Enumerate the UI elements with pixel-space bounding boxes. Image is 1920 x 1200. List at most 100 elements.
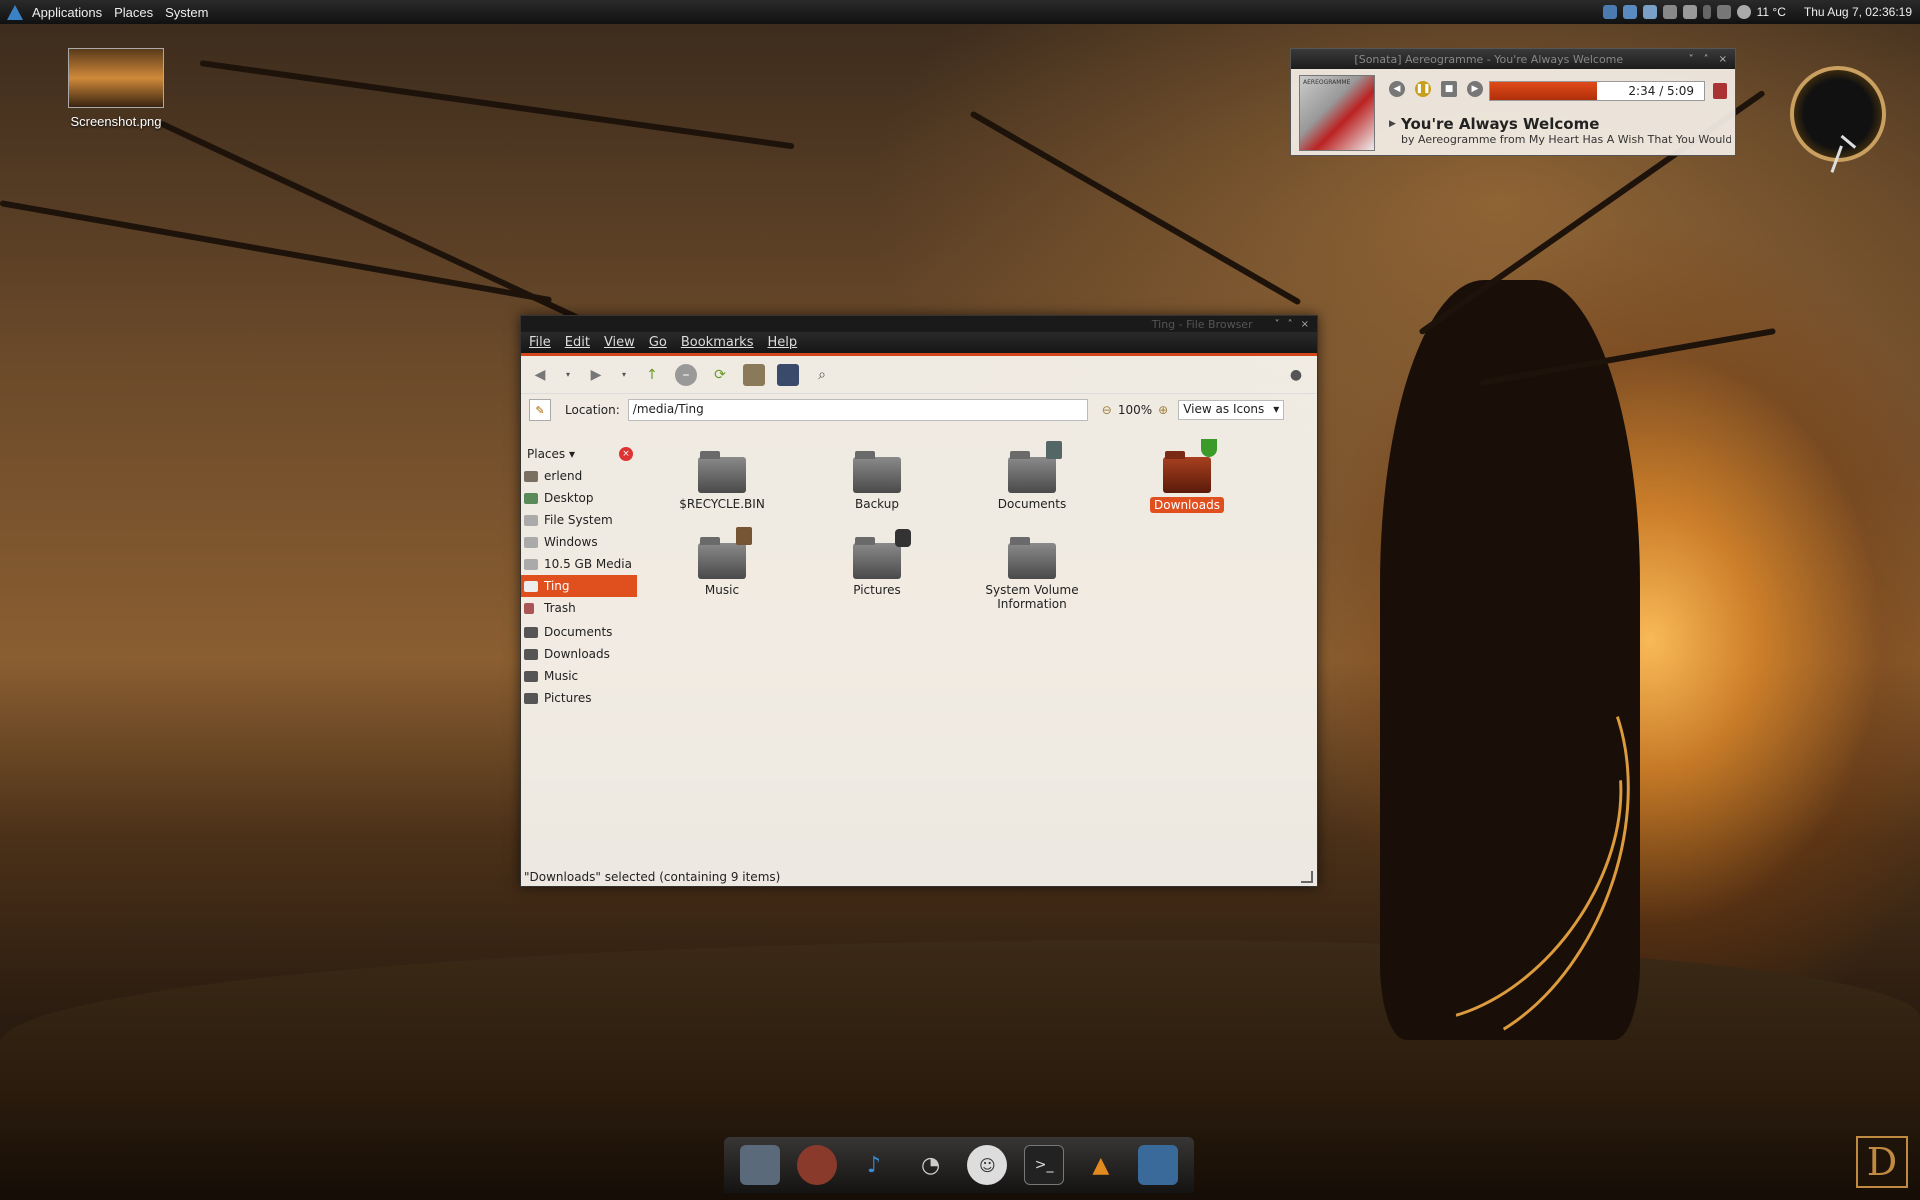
sidebar-item-music[interactable]: Music — [521, 665, 637, 687]
zoom-level[interactable]: 100% — [1118, 403, 1152, 417]
sidebar-item-erlend[interactable]: erlend — [521, 465, 637, 487]
sidebar-item-label: Trash — [544, 601, 576, 615]
vlc-icon[interactable]: ▲ — [1081, 1145, 1121, 1185]
terminal-icon[interactable]: >_ — [1024, 1145, 1065, 1185]
system-menu[interactable]: System — [165, 5, 208, 20]
home-icon[interactable] — [743, 363, 765, 386]
file-item-music[interactable]: Music — [657, 527, 787, 597]
forward-history-chevron-icon[interactable]: ▾ — [619, 364, 629, 386]
player-controls: ◀ ❚❚ ■ ▶ — [1389, 81, 1483, 97]
view-mode-select[interactable]: View as Icons ▾ — [1178, 400, 1285, 420]
close-icon[interactable]: × — [1301, 319, 1309, 330]
expander-icon[interactable]: ▶ — [1389, 119, 1396, 129]
file-item-pictures[interactable]: Pictures — [812, 529, 942, 597]
menu-view[interactable]: View — [604, 335, 635, 350]
maximize-icon[interactable]: ˄ — [1704, 54, 1709, 65]
sidebar-item-desktop[interactable]: Desktop — [521, 487, 637, 509]
minimize-icon[interactable]: ˅ — [1689, 54, 1694, 65]
deviantart-logo-icon: D — [1856, 1136, 1908, 1188]
wallpaper-branch — [199, 60, 795, 150]
location-input[interactable]: /media/Ting — [627, 399, 1088, 421]
close-sidebar-icon[interactable]: × — [619, 447, 633, 461]
song-progress-bar[interactable]: 2:34 / 5:09 — [1489, 81, 1705, 101]
close-icon[interactable]: × — [1719, 54, 1727, 65]
firefox-icon[interactable] — [797, 1145, 838, 1185]
file-label: Music — [704, 583, 740, 597]
chat-icon[interactable]: ☺ — [967, 1145, 1008, 1185]
album-art-text: AEREOGRAMME — [1303, 79, 1351, 86]
music-note-icon[interactable] — [1602, 5, 1617, 19]
player-titlebar: [Sonata] Aereogramme - You're Always Wel… — [1291, 49, 1735, 69]
temperature[interactable]: 11 °C — [1757, 5, 1786, 19]
album-art[interactable]: AEREOGRAMME — [1299, 75, 1375, 151]
next-icon[interactable]: ▶ — [1467, 81, 1483, 97]
network-icon[interactable] — [1622, 5, 1637, 19]
sidebar-item-ting[interactable]: Ting — [521, 575, 637, 597]
sidebar-item-downloads[interactable]: Downloads — [521, 643, 637, 665]
file-item-system-volume-information[interactable]: System Volume Information — [967, 537, 1097, 611]
menu-file[interactable]: File — [529, 335, 551, 350]
weather-icon[interactable] — [1736, 5, 1751, 19]
maximize-icon[interactable]: ˄ — [1288, 319, 1293, 330]
sidebar-item-file-system[interactable]: File System — [521, 509, 637, 531]
applications-menu[interactable]: Applications — [32, 5, 102, 20]
sidebar-item-media[interactable]: 10.5 GB Media — [521, 553, 637, 575]
search-icon[interactable]: ⌕ — [811, 364, 833, 386]
arch-logo-icon[interactable] — [6, 3, 24, 21]
battery-icon[interactable] — [1702, 5, 1711, 19]
zoom-out-icon[interactable]: ⊖ — [1102, 403, 1112, 417]
desktop-icon — [524, 492, 538, 504]
stop-icon[interactable]: – — [675, 363, 697, 386]
menu-go[interactable]: Go — [649, 335, 667, 350]
menu-help[interactable]: Help — [767, 335, 797, 350]
mail-icon[interactable] — [1682, 5, 1697, 19]
previous-icon[interactable]: ◀ — [1389, 81, 1405, 97]
file-item-recycle-bin[interactable]: $RECYCLE.BIN — [657, 451, 787, 511]
places-menu[interactable]: Places — [114, 5, 153, 20]
minimize-icon[interactable]: ˅ — [1275, 319, 1280, 330]
satellite-icon[interactable]: ◔ — [911, 1145, 951, 1185]
folder-icon — [853, 451, 901, 493]
folder-icon — [698, 451, 746, 493]
throbber-icon: ● — [1289, 366, 1303, 383]
forward-icon[interactable]: ▶ — [585, 364, 607, 386]
places-sidebar: Places ▾ × erlend Desktop File System Wi… — [521, 441, 637, 868]
toggle-location-edit-icon[interactable]: ✎ — [529, 399, 551, 421]
sidebar-item-pictures[interactable]: Pictures — [521, 687, 637, 709]
sidebar-item-label: 10.5 GB Media — [544, 557, 632, 571]
stop-icon[interactable]: ■ — [1441, 81, 1457, 97]
computer-icon[interactable] — [777, 363, 799, 386]
resize-grip-icon[interactable] — [1301, 871, 1313, 883]
file-browser-menubar: File Edit View Go Bookmarks Help — [521, 332, 1317, 356]
file-item-downloads[interactable]: Downloads — [1122, 439, 1252, 513]
computer-icon[interactable] — [740, 1145, 781, 1185]
file-item-backup[interactable]: Backup — [812, 451, 942, 511]
sidebar-item-windows[interactable]: Windows — [521, 531, 637, 553]
display-icon[interactable] — [1642, 5, 1657, 19]
folder-icon — [524, 648, 538, 660]
sidebar-item-documents[interactable]: Documents — [521, 621, 637, 643]
back-history-chevron-icon[interactable]: ▾ — [563, 364, 573, 386]
volume-icon[interactable] — [1716, 5, 1731, 19]
up-icon[interactable]: ↑ — [641, 364, 663, 386]
sidebar-item-label: Pictures — [544, 691, 592, 705]
places-selector[interactable]: Places ▾ — [527, 447, 575, 461]
menu-edit[interactable]: Edit — [565, 335, 590, 350]
file-browser-titlebar: Ting - File Browser ˅ ˄ × — [521, 316, 1317, 332]
zoom-in-icon[interactable]: ⊕ — [1158, 403, 1168, 417]
sidebar-item-trash[interactable]: Trash — [521, 597, 637, 619]
desktop-file-screenshot[interactable]: Screenshot.png — [66, 48, 166, 129]
pause-icon[interactable]: ❚❚ — [1415, 81, 1431, 97]
reload-icon[interactable]: ⟳ — [709, 364, 731, 386]
file-item-documents[interactable]: Documents — [967, 441, 1097, 511]
music-icon[interactable]: ♪ — [854, 1145, 894, 1185]
folder-icon[interactable] — [1137, 1145, 1178, 1185]
menu-bookmarks[interactable]: Bookmarks — [681, 335, 754, 350]
chat-icon[interactable] — [1662, 5, 1677, 19]
back-icon[interactable]: ◀ — [529, 364, 551, 386]
file-label: System Volume Information — [985, 583, 1079, 611]
playlist-icon[interactable] — [1713, 83, 1727, 99]
panel-clock[interactable]: Thu Aug 7, 02:36:19 — [1804, 5, 1912, 19]
sidebar-item-label: File System — [544, 513, 613, 527]
drive-icon — [524, 580, 538, 592]
